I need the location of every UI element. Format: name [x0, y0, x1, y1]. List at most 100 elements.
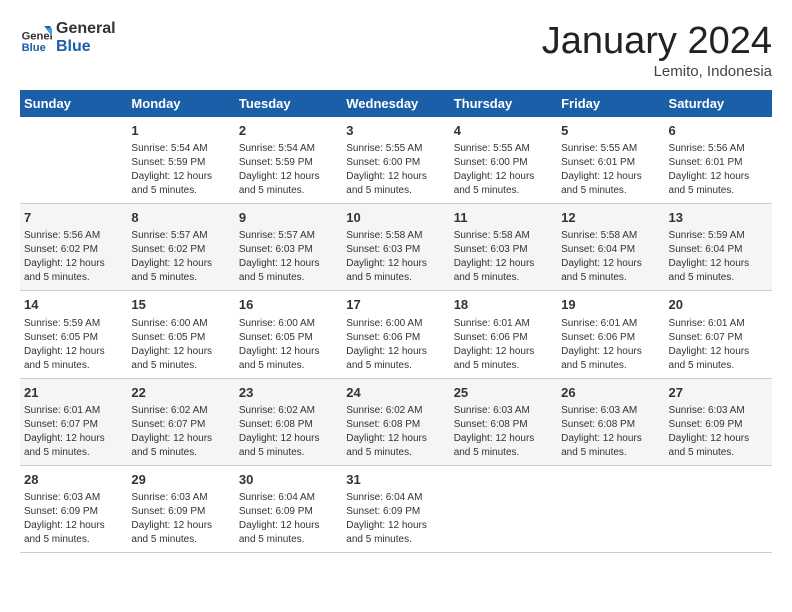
- day-info-line: Sunrise: 5:59 AM: [24, 317, 123, 331]
- day-number: 23: [239, 384, 338, 402]
- calendar-cell: 2Sunrise: 5:54 AMSunset: 5:59 PMDaylight…: [235, 117, 342, 204]
- day-info-line: Sunrise: 5:58 AM: [454, 229, 553, 243]
- day-info-line: Sunrise: 5:55 AM: [454, 142, 553, 156]
- day-info-line: Sunset: 6:09 PM: [131, 505, 230, 519]
- day-info-line: Daylight: 12 hours: [131, 432, 230, 446]
- day-info-line: Sunset: 6:09 PM: [346, 505, 445, 519]
- calendar-week-row: 14Sunrise: 5:59 AMSunset: 6:05 PMDayligh…: [20, 291, 772, 378]
- day-info-line: Sunrise: 6:01 AM: [24, 404, 123, 418]
- day-info-line: Daylight: 12 hours: [561, 257, 660, 271]
- weekday-header-thursday: Thursday: [450, 90, 557, 117]
- day-info-line: Daylight: 12 hours: [24, 345, 123, 359]
- day-info-line: and 5 minutes.: [346, 271, 445, 285]
- day-info-line: Sunset: 6:09 PM: [669, 418, 768, 432]
- calendar-cell: 30Sunrise: 6:04 AMSunset: 6:09 PMDayligh…: [235, 465, 342, 552]
- day-info-line: Sunrise: 6:03 AM: [24, 491, 123, 505]
- calendar-cell: 27Sunrise: 6:03 AMSunset: 6:09 PMDayligh…: [665, 378, 772, 465]
- day-info-line: Sunset: 6:07 PM: [669, 331, 768, 345]
- day-info-line: Sunrise: 6:04 AM: [239, 491, 338, 505]
- day-info-line: Sunrise: 5:55 AM: [561, 142, 660, 156]
- day-info-line: Daylight: 12 hours: [24, 519, 123, 533]
- day-info-line: Sunset: 6:07 PM: [131, 418, 230, 432]
- calendar-cell: 6Sunrise: 5:56 AMSunset: 6:01 PMDaylight…: [665, 117, 772, 204]
- day-info-line: and 5 minutes.: [131, 446, 230, 460]
- weekday-header-saturday: Saturday: [665, 90, 772, 117]
- day-info-line: and 5 minutes.: [239, 184, 338, 198]
- day-info-line: Daylight: 12 hours: [454, 432, 553, 446]
- day-info-line: Sunrise: 5:57 AM: [239, 229, 338, 243]
- day-info-line: Sunset: 6:03 PM: [346, 243, 445, 257]
- day-info-line: and 5 minutes.: [454, 359, 553, 373]
- day-info-line: Daylight: 12 hours: [561, 345, 660, 359]
- day-info-line: and 5 minutes.: [561, 184, 660, 198]
- day-info-line: Sunset: 6:07 PM: [24, 418, 123, 432]
- day-info-line: Sunrise: 6:02 AM: [346, 404, 445, 418]
- day-info-line: Sunrise: 5:55 AM: [346, 142, 445, 156]
- page-header: General Blue General Blue January 2024 L…: [20, 20, 772, 80]
- day-number: 27: [669, 384, 768, 402]
- title-area: January 2024 Lemito, Indonesia: [542, 20, 772, 80]
- day-info-line: Sunset: 6:00 PM: [454, 156, 553, 170]
- day-info-line: Daylight: 12 hours: [131, 345, 230, 359]
- logo-general-text: General: [56, 20, 116, 38]
- day-info-line: and 5 minutes.: [346, 359, 445, 373]
- calendar-cell: [665, 465, 772, 552]
- day-info-line: Daylight: 12 hours: [346, 432, 445, 446]
- day-info-line: Sunrise: 5:54 AM: [239, 142, 338, 156]
- day-info-line: Daylight: 12 hours: [669, 257, 768, 271]
- day-info-line: and 5 minutes.: [669, 446, 768, 460]
- day-info-line: and 5 minutes.: [24, 271, 123, 285]
- day-number: 4: [454, 122, 553, 140]
- calendar-cell: 29Sunrise: 6:03 AMSunset: 6:09 PMDayligh…: [127, 465, 234, 552]
- day-info-line: Sunset: 6:03 PM: [239, 243, 338, 257]
- day-number: 25: [454, 384, 553, 402]
- day-info-line: and 5 minutes.: [239, 271, 338, 285]
- day-info-line: Daylight: 12 hours: [239, 432, 338, 446]
- day-info-line: and 5 minutes.: [131, 184, 230, 198]
- day-info-line: Daylight: 12 hours: [239, 519, 338, 533]
- calendar-week-row: 1Sunrise: 5:54 AMSunset: 5:59 PMDaylight…: [20, 117, 772, 204]
- day-info-line: and 5 minutes.: [669, 359, 768, 373]
- day-info-line: Daylight: 12 hours: [669, 345, 768, 359]
- day-info-line: Sunset: 6:06 PM: [346, 331, 445, 345]
- day-info-line: and 5 minutes.: [24, 533, 123, 547]
- calendar-cell: 16Sunrise: 6:00 AMSunset: 6:05 PMDayligh…: [235, 291, 342, 378]
- day-info-line: Sunset: 6:05 PM: [131, 331, 230, 345]
- calendar-cell: 22Sunrise: 6:02 AMSunset: 6:07 PMDayligh…: [127, 378, 234, 465]
- day-info-line: and 5 minutes.: [561, 446, 660, 460]
- calendar-cell: 17Sunrise: 6:00 AMSunset: 6:06 PMDayligh…: [342, 291, 449, 378]
- calendar-cell: [450, 465, 557, 552]
- day-info-line: Daylight: 12 hours: [24, 257, 123, 271]
- day-info-line: Sunset: 5:59 PM: [239, 156, 338, 170]
- calendar-body: 1Sunrise: 5:54 AMSunset: 5:59 PMDaylight…: [20, 117, 772, 552]
- day-info-line: Sunrise: 5:56 AM: [24, 229, 123, 243]
- weekday-header-tuesday: Tuesday: [235, 90, 342, 117]
- calendar-cell: 12Sunrise: 5:58 AMSunset: 6:04 PMDayligh…: [557, 204, 664, 291]
- day-number: 31: [346, 471, 445, 489]
- day-info-line: and 5 minutes.: [239, 359, 338, 373]
- day-number: 7: [24, 209, 123, 227]
- day-info-line: and 5 minutes.: [24, 446, 123, 460]
- day-info-line: Sunset: 6:00 PM: [346, 156, 445, 170]
- day-info-line: Sunset: 6:02 PM: [131, 243, 230, 257]
- day-info-line: Sunset: 6:09 PM: [239, 505, 338, 519]
- day-info-line: Daylight: 12 hours: [561, 432, 660, 446]
- day-info-line: Sunrise: 5:58 AM: [561, 229, 660, 243]
- calendar-cell: 18Sunrise: 6:01 AMSunset: 6:06 PMDayligh…: [450, 291, 557, 378]
- day-info-line: Daylight: 12 hours: [669, 432, 768, 446]
- day-number: 3: [346, 122, 445, 140]
- day-number: 28: [24, 471, 123, 489]
- calendar-cell: 7 Sunrise: 5:56 AMSunset: 6:02 PMDaylight…: [20, 204, 127, 291]
- day-info-line: and 5 minutes.: [454, 446, 553, 460]
- day-info-line: Sunset: 6:02 PM: [24, 243, 123, 257]
- calendar-cell: 31Sunrise: 6:04 AMSunset: 6:09 PMDayligh…: [342, 465, 449, 552]
- day-info-line: Sunset: 6:03 PM: [454, 243, 553, 257]
- day-info-line: Sunrise: 6:02 AM: [131, 404, 230, 418]
- day-info-line: and 5 minutes.: [131, 533, 230, 547]
- day-number: 21: [24, 384, 123, 402]
- day-info-line: Daylight: 12 hours: [239, 257, 338, 271]
- calendar-cell: 23Sunrise: 6:02 AMSunset: 6:08 PMDayligh…: [235, 378, 342, 465]
- day-info-line: Daylight: 12 hours: [24, 432, 123, 446]
- day-number: 12: [561, 209, 660, 227]
- day-info-line: Sunset: 6:04 PM: [669, 243, 768, 257]
